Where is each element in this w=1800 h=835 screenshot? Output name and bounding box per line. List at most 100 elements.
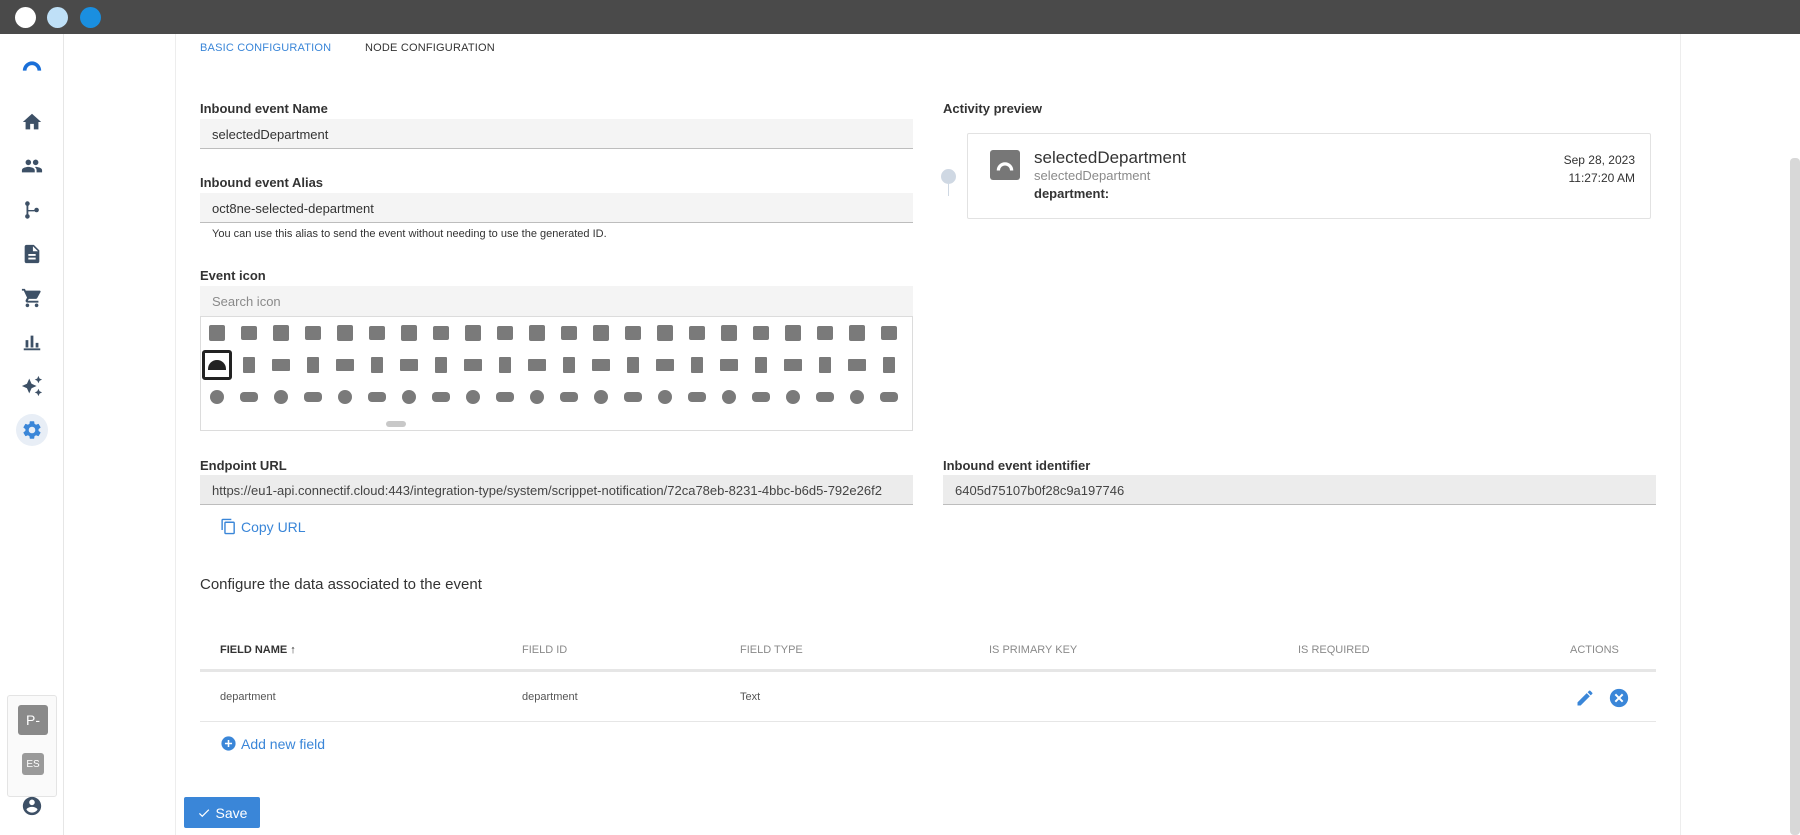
workspace-switcher[interactable]: P- ES (7, 695, 57, 797)
icon-option-icon[interactable] (330, 318, 360, 348)
icon-option-icon[interactable] (618, 382, 648, 412)
icon-option-icon[interactable] (522, 318, 552, 348)
icon-option-icon[interactable] (682, 382, 712, 412)
icon-option-icon[interactable] (234, 382, 264, 412)
workspace-badge[interactable]: P- (18, 705, 48, 735)
icon-option-icon[interactable] (618, 350, 648, 380)
icon-option-icon[interactable] (778, 318, 808, 348)
people-icon[interactable] (16, 150, 48, 182)
icon-option-icon[interactable] (298, 350, 328, 380)
gear-icon[interactable] (16, 414, 48, 446)
icon-option-icon[interactable] (266, 350, 296, 380)
window-maximize-dot[interactable] (80, 7, 101, 28)
workflow-icon[interactable] (16, 194, 48, 226)
copy-url-button[interactable]: Copy URL (220, 518, 306, 535)
selected-arc-icon[interactable] (202, 350, 232, 380)
icon-option-icon[interactable] (522, 382, 552, 412)
tab-basic-configuration[interactable]: BASIC CONFIGURATION (200, 42, 331, 54)
icon-option-icon[interactable] (490, 350, 520, 380)
icon-option-icon[interactable] (426, 350, 456, 380)
document-icon[interactable] (16, 238, 48, 270)
icon-option-icon[interactable] (362, 382, 392, 412)
event-alias-input[interactable]: oct8ne-selected-department (200, 193, 913, 223)
save-button[interactable]: Save (184, 797, 260, 828)
icon-option-icon[interactable] (746, 350, 776, 380)
event-name-input[interactable]: selectedDepartment (200, 119, 913, 149)
icon-option-icon[interactable] (202, 382, 232, 412)
home-icon[interactable] (16, 106, 48, 138)
icon-option-icon[interactable] (586, 382, 616, 412)
icon-option-icon[interactable] (778, 382, 808, 412)
icon-option-icon[interactable] (746, 318, 776, 348)
col-field-name[interactable]: FIELD NAME ↑ (220, 644, 296, 656)
icon-option-icon[interactable] (554, 318, 584, 348)
edit-pencil-icon[interactable] (1573, 686, 1597, 710)
icon-option-icon[interactable] (874, 382, 904, 412)
icon-search-input[interactable]: Search icon (200, 286, 913, 316)
icon-option-icon[interactable] (266, 318, 296, 348)
window-close-dot[interactable] (15, 7, 36, 28)
sparkles-icon[interactable] (16, 370, 48, 402)
language-badge[interactable]: ES (22, 753, 44, 775)
icon-option-icon[interactable] (394, 350, 424, 380)
icon-option-icon[interactable] (330, 350, 360, 380)
account-circle-icon[interactable] (16, 790, 48, 822)
bar-chart-icon[interactable] (16, 326, 48, 358)
icon-option-icon[interactable] (362, 350, 392, 380)
icon-option-icon[interactable] (202, 318, 232, 348)
data-section-title: Configure the data associated to the eve… (200, 576, 482, 593)
icon-option-icon[interactable] (490, 382, 520, 412)
icon-option-icon[interactable] (458, 318, 488, 348)
icon-option-icon[interactable] (650, 318, 680, 348)
icon-option-icon[interactable] (714, 382, 744, 412)
icon-option-icon[interactable] (842, 382, 872, 412)
icon-option-icon[interactable] (234, 350, 264, 380)
icon-option-icon[interactable] (554, 382, 584, 412)
icon-option-icon[interactable] (874, 318, 904, 348)
icon-option-icon[interactable] (554, 350, 584, 380)
icon-option-icon[interactable] (746, 382, 776, 412)
icon-option-icon[interactable] (842, 350, 872, 380)
icon-option-icon[interactable] (298, 318, 328, 348)
icon-option-icon[interactable] (618, 318, 648, 348)
icon-option-icon[interactable] (874, 350, 904, 380)
icon-grid-scrollbar[interactable] (386, 421, 406, 427)
icon-option-icon[interactable] (714, 318, 744, 348)
icon-option-icon[interactable] (650, 382, 680, 412)
icon-option-icon[interactable] (810, 350, 840, 380)
icon-option-icon[interactable] (586, 350, 616, 380)
icon-option-icon[interactable] (810, 318, 840, 348)
add-new-field-button[interactable]: Add new field (220, 735, 325, 752)
event-identifier-field[interactable]: 6405d75107b0f28c9a197746 (943, 475, 1656, 505)
icon-option-icon[interactable] (714, 350, 744, 380)
icon-option-icon[interactable] (586, 318, 616, 348)
sort-arrow-up-icon[interactable]: ↑ (290, 644, 296, 656)
icon-option-icon[interactable] (522, 350, 552, 380)
icon-option-icon[interactable] (330, 382, 360, 412)
endpoint-url-field[interactable]: https://eu1-api.connectif.cloud:443/inte… (200, 475, 913, 505)
delete-cancel-icon[interactable] (1607, 686, 1631, 710)
window-minimize-dot[interactable] (47, 7, 68, 28)
icon-option-icon[interactable] (234, 318, 264, 348)
icon-option-icon[interactable] (682, 350, 712, 380)
icon-option-icon[interactable] (650, 350, 680, 380)
icon-option-icon[interactable] (842, 318, 872, 348)
icon-option-icon[interactable] (266, 382, 296, 412)
icon-option-icon[interactable] (490, 318, 520, 348)
icon-option-icon[interactable] (778, 350, 808, 380)
icon-option-icon[interactable] (298, 382, 328, 412)
icon-option-icon[interactable] (810, 382, 840, 412)
logo-icon[interactable] (16, 50, 48, 82)
icon-option-icon[interactable] (426, 318, 456, 348)
glyph-icon (560, 392, 578, 402)
tab-node-configuration[interactable]: NODE CONFIGURATION (365, 42, 495, 54)
icon-option-icon[interactable] (426, 382, 456, 412)
page-scrollbar[interactable] (1790, 158, 1800, 835)
icon-option-icon[interactable] (458, 382, 488, 412)
icon-option-icon[interactable] (458, 350, 488, 380)
icon-option-icon[interactable] (394, 382, 424, 412)
cart-icon[interactable] (16, 282, 48, 314)
icon-option-icon[interactable] (362, 318, 392, 348)
icon-option-icon[interactable] (394, 318, 424, 348)
icon-option-icon[interactable] (682, 318, 712, 348)
